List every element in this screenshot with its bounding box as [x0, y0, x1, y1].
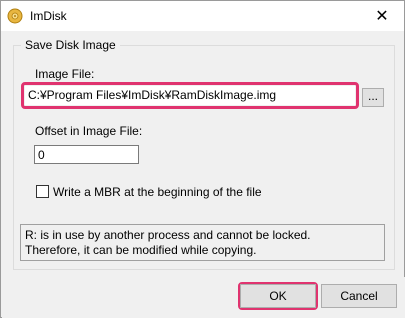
offset-label: Offset in Image File:: [35, 124, 143, 138]
ok-button[interactable]: OK: [240, 284, 316, 308]
cancel-button[interactable]: Cancel: [321, 284, 397, 308]
offset-input[interactable]: 0: [34, 145, 139, 164]
mbr-checkbox[interactable]: [36, 185, 49, 198]
status-info-box: R: is in use by another process and cann…: [20, 224, 385, 261]
imdisk-app-icon: [7, 8, 23, 24]
title-bar: ImDisk ✕: [1, 1, 404, 31]
imdisk-dialog: ImDisk ✕ Save Disk Image Image File: C:¥…: [0, 0, 405, 318]
window-title: ImDisk: [30, 9, 67, 23]
group-title: Save Disk Image: [21, 38, 120, 52]
close-icon[interactable]: ✕: [360, 1, 404, 31]
image-file-label: Image File:: [35, 67, 95, 81]
info-line-2: Therefore, it can be modified while copy…: [25, 243, 257, 257]
info-line-1: R: is in use by another process and cann…: [25, 228, 311, 242]
browse-button[interactable]: ...: [362, 88, 384, 107]
image-file-input[interactable]: C:¥Program Files¥ImDisk¥RamDiskImage.img: [25, 86, 355, 105]
mbr-checkbox-label[interactable]: Write a MBR at the beginning of the file: [53, 185, 262, 199]
